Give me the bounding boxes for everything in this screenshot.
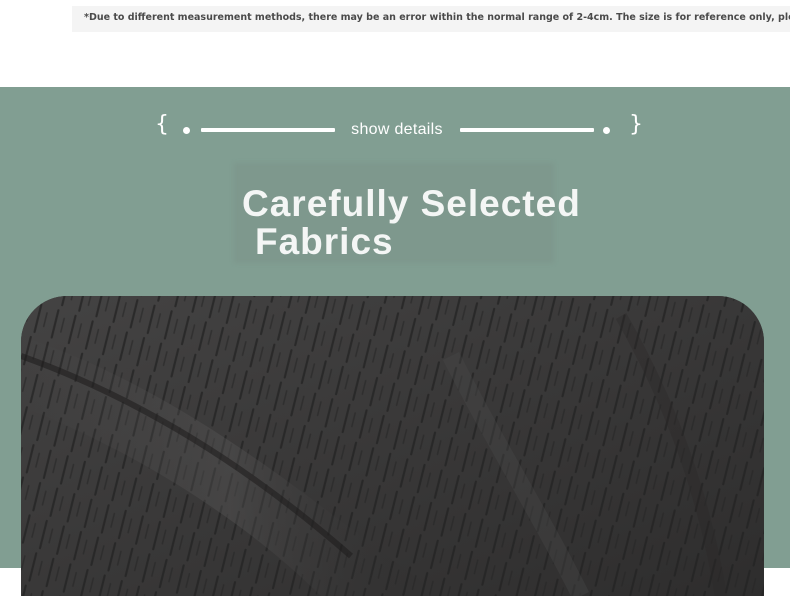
left-brace: { [155, 112, 169, 137]
right-line [460, 128, 594, 132]
fabric-section: { show details } Carefully Selected Fabr… [0, 87, 790, 596]
section-title: Carefully Selected Fabrics [242, 185, 662, 261]
right-brace: } [629, 112, 643, 137]
title-line-2: Fabrics [255, 221, 394, 262]
fabric-photo [21, 296, 764, 596]
left-line [201, 128, 335, 132]
show-details-label: show details [351, 121, 443, 138]
right-dot [603, 127, 610, 134]
fabric-texture-image [21, 296, 764, 596]
left-dot [183, 127, 190, 134]
size-note-area: *Due to different measurement methods, t… [0, 0, 790, 87]
size-note-text: *Due to different measurement methods, t… [84, 12, 790, 23]
size-note-box: *Due to different measurement methods, t… [72, 6, 790, 32]
title-line-1: Carefully Selected [242, 183, 581, 224]
